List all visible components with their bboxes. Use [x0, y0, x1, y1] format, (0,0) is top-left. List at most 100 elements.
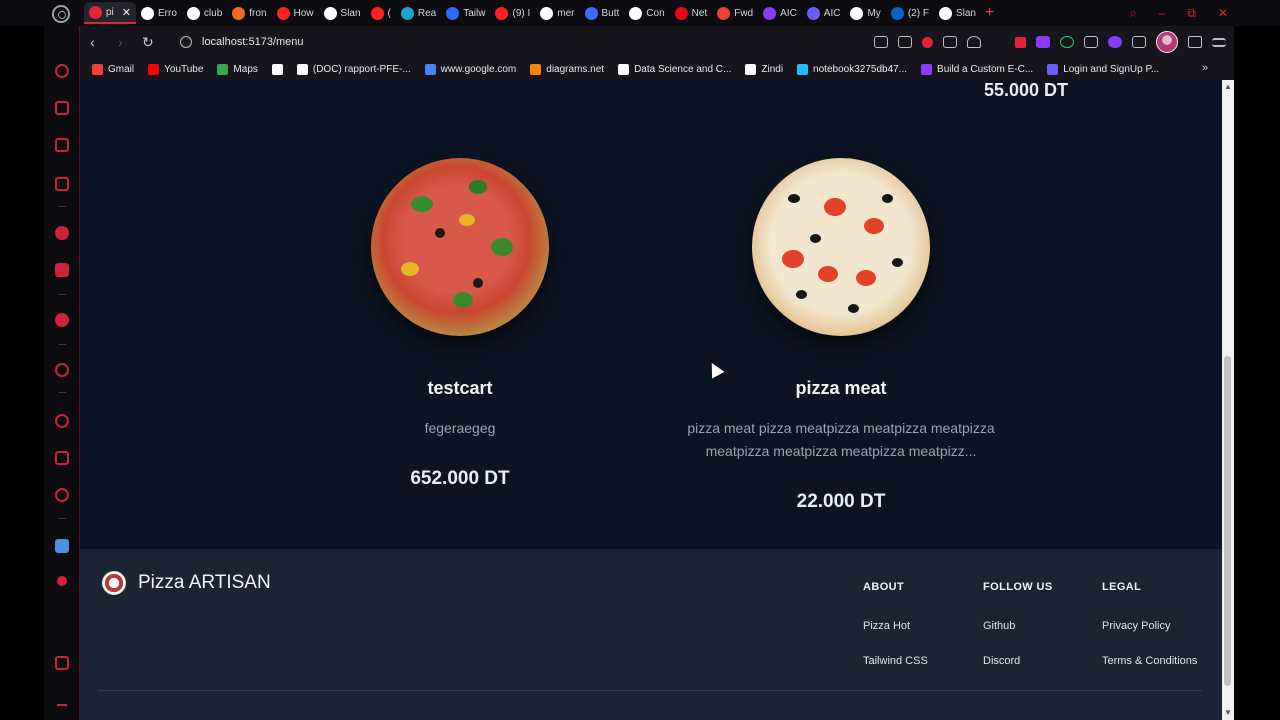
scroll-down-icon[interactable]: ▼: [1223, 708, 1233, 718]
topping: [453, 292, 473, 308]
browser-tab[interactable]: Tailw: [441, 2, 490, 24]
url-text[interactable]: localhost:5173/menu: [202, 36, 304, 48]
share-icon[interactable]: [874, 36, 888, 48]
forward-icon[interactable]: ›: [118, 26, 123, 58]
tab-search-icon[interactable]: ⌕: [1130, 6, 1137, 21]
page-scrollbar[interactable]: ▲ ▼: [1222, 80, 1234, 720]
bookmark-item[interactable]: [271, 63, 283, 75]
browser-tab[interactable]: Rea: [396, 2, 441, 24]
footer-brand[interactable]: Pizza ARTISAN: [102, 571, 271, 595]
bookmark-item[interactable]: Maps: [217, 63, 258, 75]
gx-icon[interactable]: [55, 226, 69, 240]
scrollbar-thumb[interactable]: [1224, 356, 1231, 686]
bookmark-item[interactable]: Gmail: [92, 63, 134, 75]
bookmark-item[interactable]: Login and SignUp P...: [1047, 63, 1159, 75]
product-image[interactable]: [752, 158, 930, 336]
sidebar-divider: [58, 294, 66, 295]
topping: [491, 238, 513, 256]
speed-dial-icon[interactable]: [55, 64, 69, 78]
reload-icon[interactable]: ↻: [142, 26, 154, 58]
browser-tab[interactable]: How: [272, 2, 319, 24]
footer-link[interactable]: Terms & Conditions: [1102, 655, 1197, 667]
browser-tab[interactable]: pi ✕: [84, 2, 137, 24]
instagram-icon[interactable]: [55, 177, 69, 191]
tab-favicon-icon: [890, 6, 904, 20]
product-card[interactable]: pizza meat pizza meat pizza meatpizza me…: [651, 158, 1031, 513]
browser-tab[interactable]: Net: [670, 2, 713, 24]
bookmark-item[interactable]: notebook3275db47...: [797, 63, 907, 75]
browser-tab[interactable]: club: [182, 2, 227, 24]
topping: [892, 258, 903, 267]
footer-link[interactable]: Tailwind CSS: [863, 655, 928, 667]
bookmark-item[interactable]: Data Science and C...: [618, 63, 731, 75]
adblock-icon[interactable]: [922, 36, 933, 48]
browser-window: pi ✕ Erro club fron How Slan (Rea Tailw (9) I mer B…: [0, 0, 1280, 720]
browser-tab[interactable]: Butt: [580, 2, 625, 24]
bookmarks-more-icon[interactable]: »: [1202, 62, 1262, 74]
download-icon[interactable]: [1188, 36, 1202, 48]
footer-link[interactable]: Discord: [983, 655, 1053, 667]
browser-tab[interactable]: mer: [535, 2, 579, 24]
browser-logo-icon[interactable]: [52, 5, 70, 23]
extension-icon[interactable]: [1060, 36, 1074, 48]
browser-tab[interactable]: Erro: [136, 2, 182, 24]
browser-tab[interactable]: My: [845, 2, 885, 24]
bookmark-item[interactable]: diagrams.net: [530, 63, 604, 75]
browser-tab[interactable]: Slan: [319, 2, 366, 24]
browser-tab[interactable]: Slan: [934, 2, 981, 24]
extensions-icon[interactable]: [55, 451, 69, 465]
minimize-icon[interactable]: –: [1159, 6, 1166, 20]
twitch-icon[interactable]: [55, 138, 69, 152]
product-card[interactable]: testcart fegeraegeg 652.000 DT: [270, 158, 650, 490]
extension-icon[interactable]: [1015, 36, 1026, 48]
bookmark-item[interactable]: YouTube: [148, 63, 203, 75]
address-bar[interactable]: localhost:5173/menu: [180, 32, 880, 52]
send-icon[interactable]: [943, 36, 957, 48]
browser-tab[interactable]: Con: [624, 2, 669, 24]
footer-link[interactable]: Pizza Hot: [863, 620, 928, 632]
browser-tab[interactable]: (2) F: [886, 2, 934, 24]
settings-icon[interactable]: [55, 488, 69, 502]
wallpaper-icon[interactable]: [55, 656, 69, 670]
extensions-cube-icon[interactable]: [1132, 36, 1146, 48]
bookmarks-bar: Gmail YouTube Maps (DOC) rapport-PFE-... www…: [80, 58, 1234, 80]
footer-link[interactable]: Github: [983, 620, 1053, 632]
browser-tab[interactable]: (: [366, 2, 396, 24]
browser-tab[interactable]: Fwd: [712, 2, 758, 24]
shield-icon[interactable]: [1084, 36, 1098, 48]
bookmark-item[interactable]: Zindi: [745, 63, 783, 75]
snapshot-icon[interactable]: [898, 36, 912, 48]
tab-label: (9) I: [512, 7, 531, 19]
profile-avatar[interactable]: [1156, 31, 1178, 53]
browser-tab[interactable]: (9) I: [490, 2, 535, 24]
new-tab-icon[interactable]: +: [985, 4, 994, 22]
product-image[interactable]: [371, 158, 549, 336]
browser-tab[interactable]: AIC: [758, 2, 802, 24]
vscode-icon[interactable]: [55, 539, 69, 553]
more-icon[interactable]: [57, 704, 67, 706]
extension-icon[interactable]: [1036, 36, 1050, 48]
restore-icon[interactable]: ⧉: [1187, 6, 1196, 21]
site-info-icon[interactable]: [180, 36, 192, 48]
back-icon[interactable]: ‹: [90, 26, 95, 58]
bookmark-favicon-icon: [921, 63, 933, 75]
player-icon[interactable]: [55, 363, 69, 377]
footer-link[interactable]: Privacy Policy: [1102, 620, 1197, 632]
bookmark-item[interactable]: www.google.com: [424, 63, 516, 75]
browser-tab[interactable]: AIC: [802, 2, 846, 24]
bookmark-item[interactable]: Build a Custom E-C...: [921, 63, 1033, 75]
shop-icon[interactable]: [55, 101, 69, 115]
scroll-up-icon[interactable]: ▲: [1223, 82, 1233, 92]
messenger-icon[interactable]: [55, 313, 69, 327]
tab-close-icon[interactable]: ✕: [122, 6, 131, 19]
heart-icon[interactable]: [967, 36, 981, 48]
browser-tab[interactable]: fron: [227, 2, 271, 24]
ublock-icon[interactable]: [57, 576, 67, 586]
bookmark-item[interactable]: (DOC) rapport-PFE-...: [296, 63, 411, 75]
topping: [435, 228, 445, 238]
close-window-icon[interactable]: ✕: [1218, 6, 1228, 20]
history-icon[interactable]: [55, 414, 69, 428]
app-icon[interactable]: [55, 263, 69, 277]
menu-icon[interactable]: [1212, 37, 1226, 47]
extension-icon[interactable]: [1108, 36, 1122, 48]
